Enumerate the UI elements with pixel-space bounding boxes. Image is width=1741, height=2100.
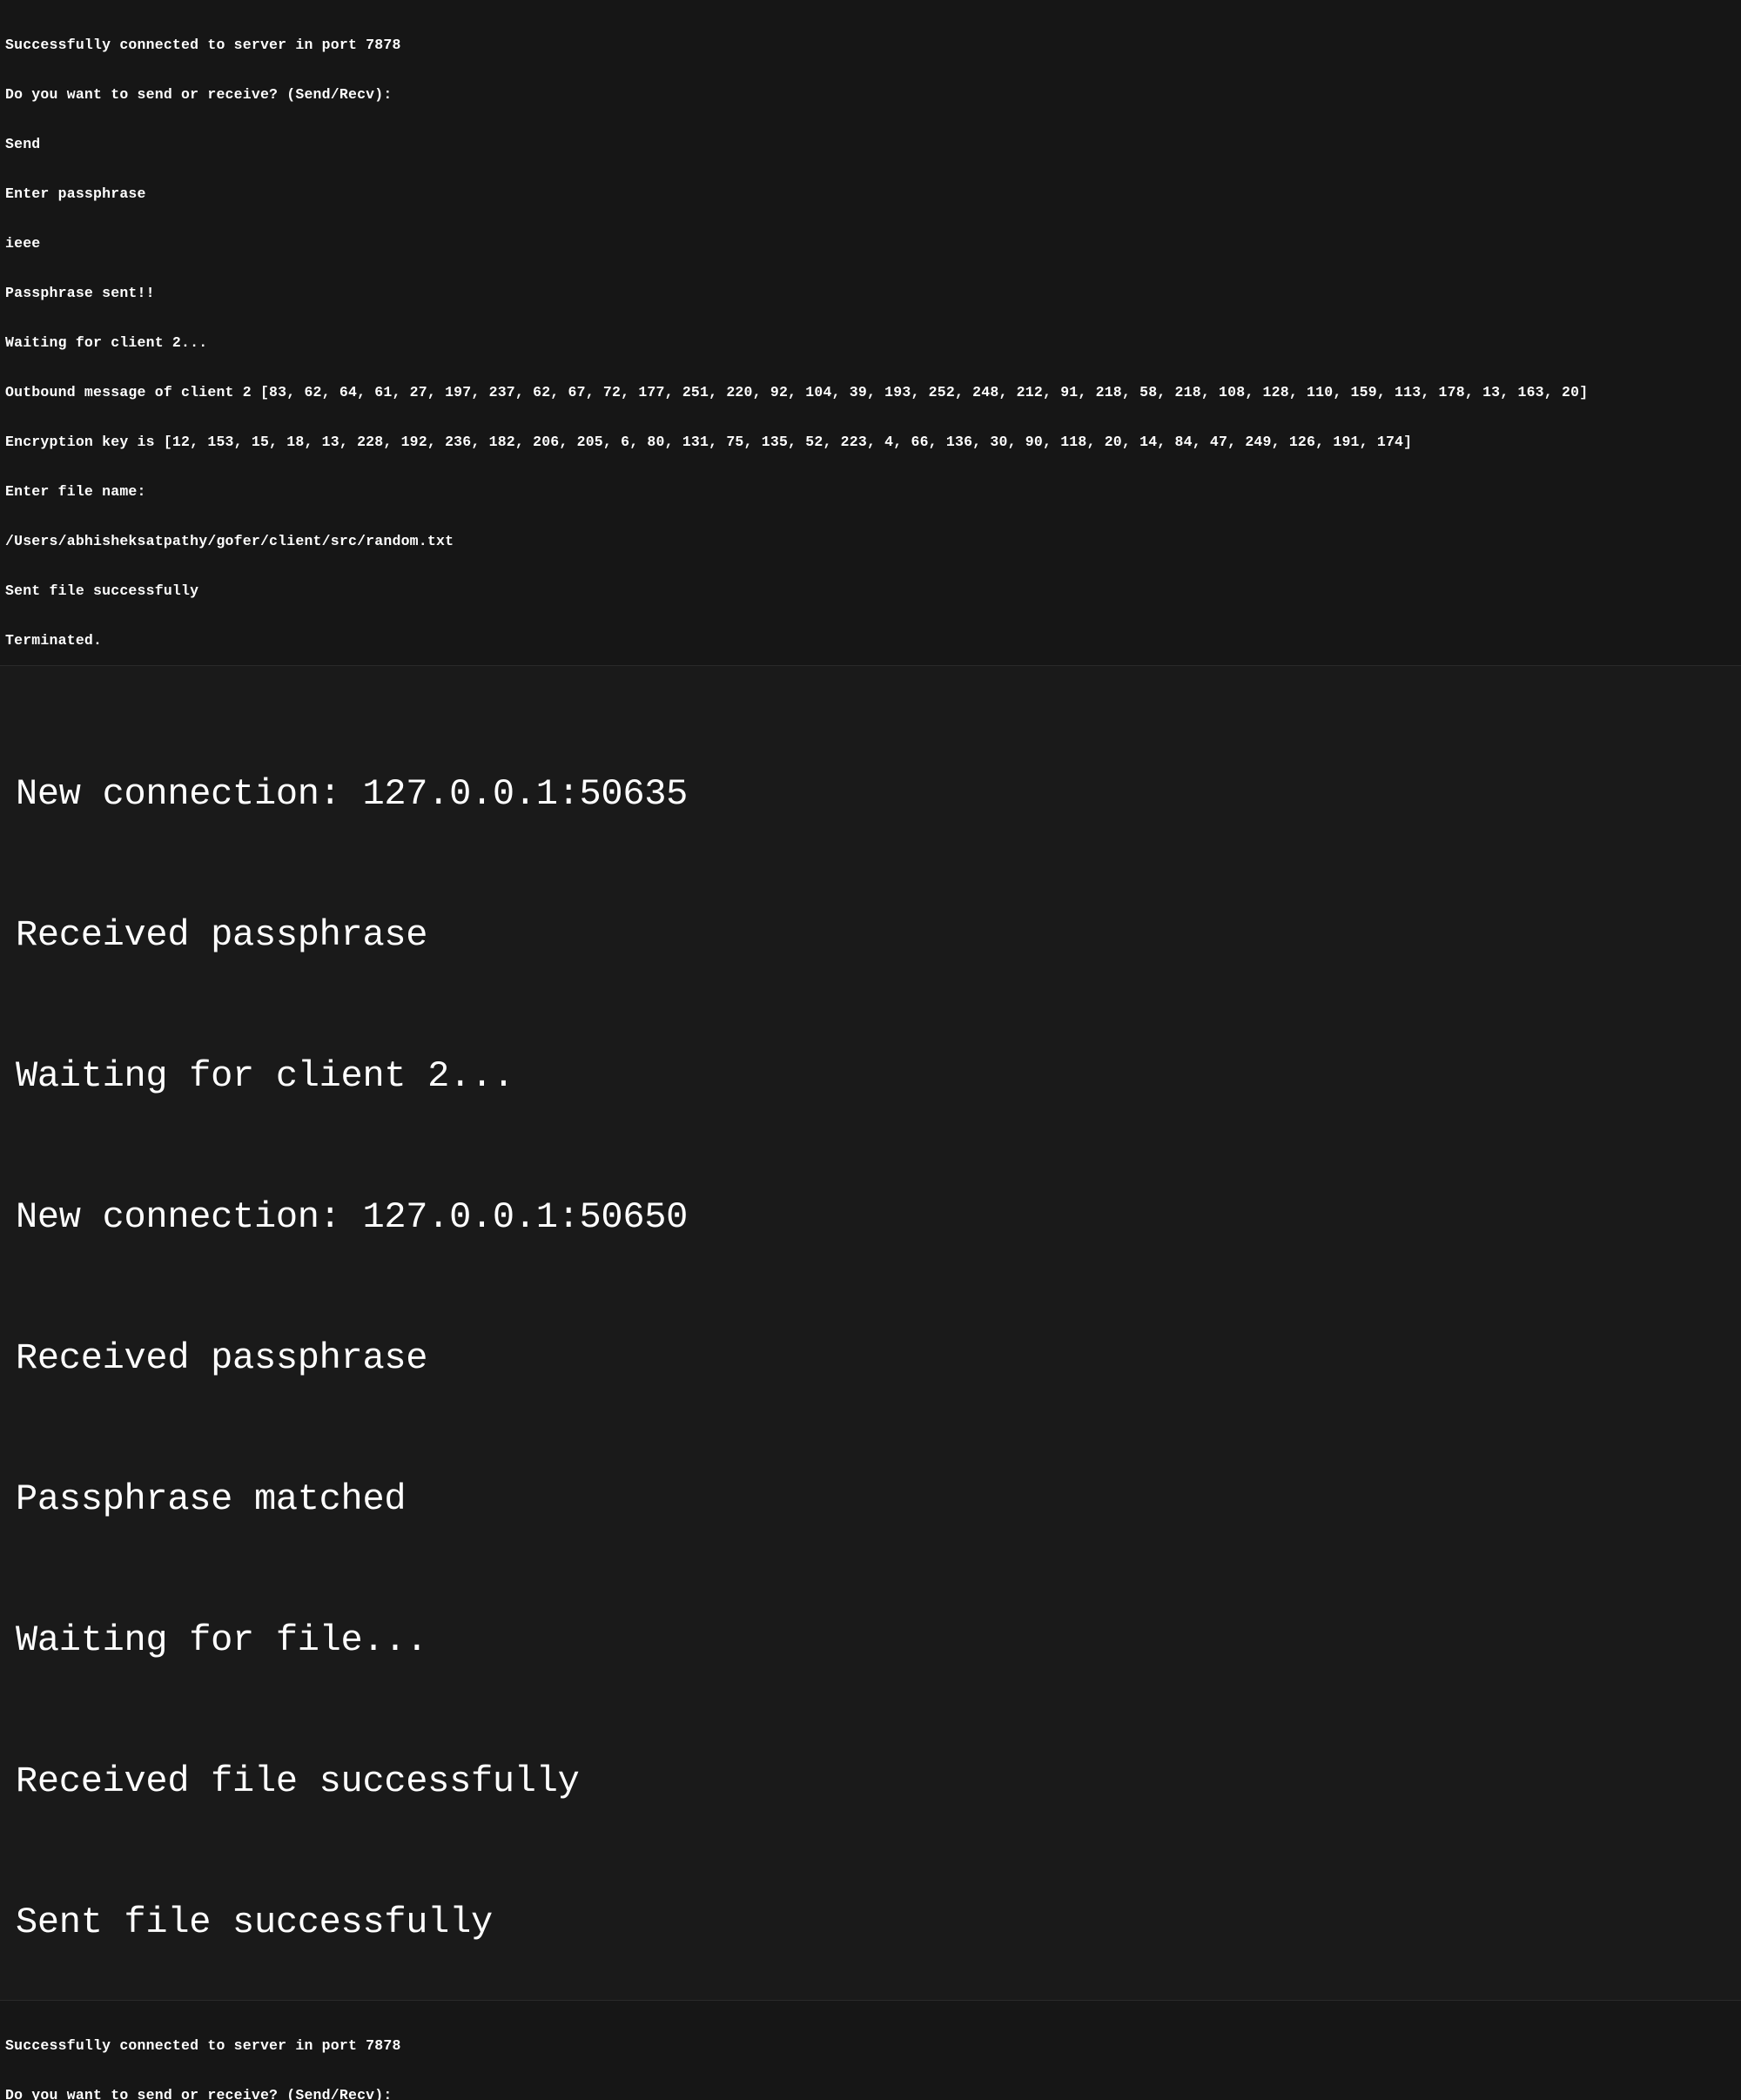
terminal-line: Do you want to send or receive? (Send/Re… [5,2087,1736,2100]
terminal-line: Send [5,136,1736,152]
terminal-line: New connection: 127.0.0.1:50650 [16,1194,1725,1241]
terminal-pane-server[interactable]: New connection: 127.0.0.1:50635 Received… [0,665,1741,2001]
terminal-line: /Users/abhisheksatpathy/gofer/client/src… [5,533,1736,549]
terminal-pane-client-receiver[interactable]: Successfully connected to server in port… [0,2001,1741,2100]
terminal-line: ieee [5,235,1736,252]
terminal-pane-client-sender[interactable]: Successfully connected to server in port… [0,0,1741,665]
terminal-line: Sent file successfully [5,582,1736,599]
terminal-line: Waiting for client 2... [5,334,1736,351]
terminal-line: Received file successfully [16,1758,1725,1805]
terminal-line: Sent file successfully [16,1899,1725,1946]
terminal-line: Passphrase sent!! [5,285,1736,301]
terminal-line: Received passphrase [16,1335,1725,1382]
terminal-line: Outbound message of client 2 [83, 62, 64… [5,384,1736,400]
terminal-line: Received passphrase [16,912,1725,959]
terminal-line: Terminated. [5,632,1736,649]
terminal-line: Successfully connected to server in port… [5,2037,1736,2054]
terminal-line: Enter passphrase [5,185,1736,202]
terminal-line: Enter file name: [5,483,1736,500]
terminal-line: Waiting for file... [16,1617,1725,1664]
terminal-line: Encryption key is [12, 153, 15, 18, 13, … [5,434,1736,450]
terminal-line: Do you want to send or receive? (Send/Re… [5,86,1736,103]
terminal-line: Waiting for client 2... [16,1053,1725,1100]
terminal-line: Successfully connected to server in port… [5,37,1736,53]
terminal-line: Passphrase matched [16,1476,1725,1523]
terminal-line: New connection: 127.0.0.1:50635 [16,771,1725,818]
